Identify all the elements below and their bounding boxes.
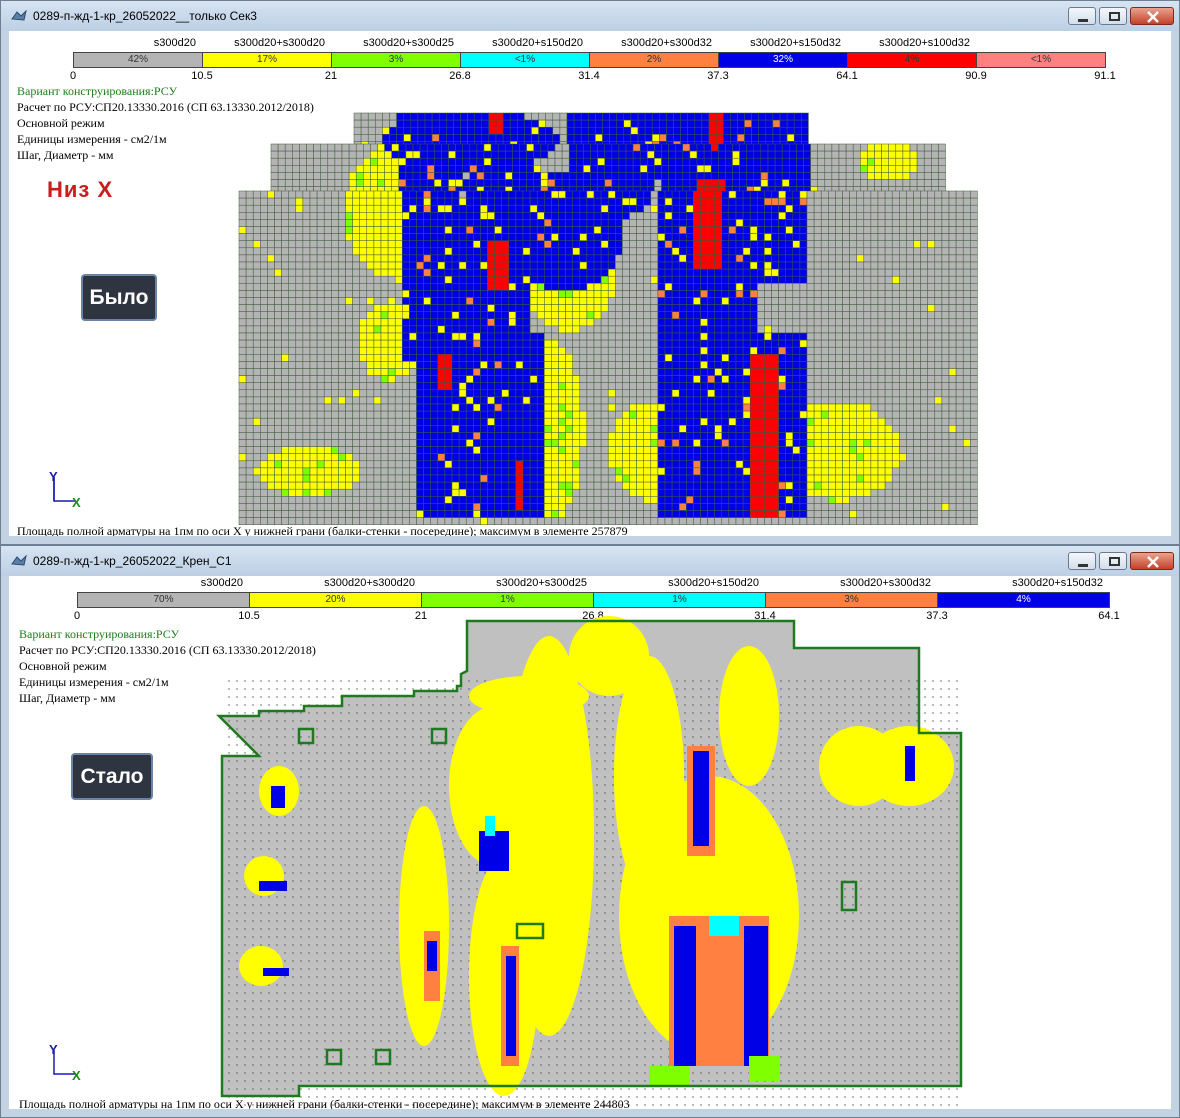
axis-triad: Y X [49, 1044, 81, 1083]
zone-bar [693, 751, 709, 846]
zone-yellow [469, 676, 589, 716]
app-icon [11, 10, 27, 21]
axis-y-label: Y [49, 471, 58, 484]
minimize-button[interactable] [1068, 7, 1096, 25]
close-icon [1147, 556, 1159, 568]
window-title: 0289-п-жд-1-кр_26052022_Крен_С1 [33, 554, 232, 568]
zone-bar [674, 926, 696, 1066]
zone-bar [259, 881, 287, 891]
zone-yellow [239, 946, 283, 986]
close-icon [1147, 11, 1159, 23]
zone-bar [485, 816, 495, 836]
reinforcement-map[interactable] [9, 31, 1171, 536]
titlebar[interactable]: 0289-п-жд-1-кр_26052022_Крен_С1 [1, 546, 1179, 576]
zone-yellow [719, 646, 779, 786]
maximize-button[interactable] [1099, 7, 1127, 25]
zone-bar [427, 941, 437, 971]
axis-triad: Y X [49, 471, 81, 510]
state-tag-before: Было [81, 274, 157, 321]
minimize-icon [1078, 19, 1088, 22]
state-tag-after: Стало [71, 753, 153, 800]
zone-bar [649, 1066, 689, 1086]
reinforcement-map[interactable] [9, 576, 1171, 1109]
restore-icon [1109, 12, 1120, 21]
close-button[interactable] [1130, 7, 1174, 25]
restore-icon [1109, 557, 1120, 566]
zone-bar [271, 786, 285, 808]
plot-area[interactable]: 42% 17% 3% <1% 2% 32% 4% <1% s300d20 s300d20+s300… [9, 31, 1171, 536]
window-after: 0289-п-жд-1-кр_26052022_Крен_С1 70% 20% 1%… [0, 545, 1180, 1118]
status-caption: Площадь полной арматуры на 1пм по оси X … [17, 524, 628, 536]
zone-bar [709, 916, 739, 936]
zone-yellow [569, 616, 649, 696]
zone-bar [749, 1056, 779, 1081]
mesh-cells [238, 112, 978, 525]
app-icon [11, 555, 27, 566]
plot-area[interactable]: 70% 20% 1% 1% 3% 4% s300d20 s300d20+s300d20 s300… [9, 576, 1171, 1109]
minimize-icon [1078, 564, 1088, 567]
window-title: 0289-п-жд-1-кр_26052022__только Сек3 [33, 9, 257, 23]
zone-bar [744, 926, 768, 1066]
titlebar[interactable]: 0289-п-жд-1-кр_26052022__только Сек3 [1, 1, 1179, 31]
direction-label: Низ X [47, 177, 114, 202]
maximize-button[interactable] [1099, 552, 1127, 570]
zone-yellow [399, 806, 449, 1046]
status-caption: Площадь полной арматуры на 1пм по оси X … [19, 1097, 630, 1109]
axis-y-label: Y [49, 1044, 58, 1057]
window-before: 0289-п-жд-1-кр_26052022__только Сек3 42%… [0, 0, 1180, 545]
axis-x-label: X [72, 1068, 81, 1083]
axis-x-label: X [72, 495, 81, 510]
zone-bar [263, 968, 289, 976]
zone-bar [905, 746, 915, 781]
close-button[interactable] [1130, 552, 1174, 570]
zone-bar [506, 956, 516, 1056]
zone-bar [479, 831, 509, 871]
minimize-button[interactable] [1068, 552, 1096, 570]
